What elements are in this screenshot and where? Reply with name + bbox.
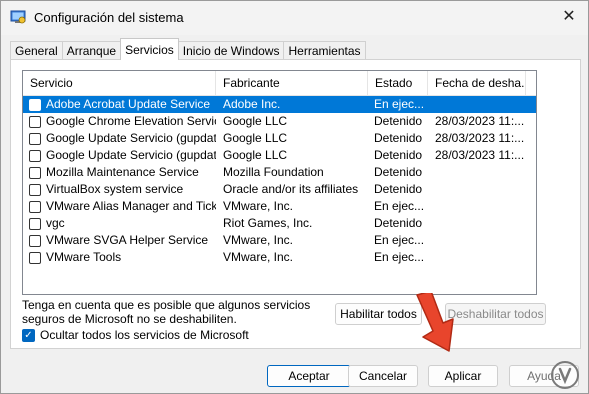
service-maker: Adobe Inc. xyxy=(223,97,281,111)
service-disabled-date xyxy=(428,96,526,113)
ok-button[interactable]: Aceptar xyxy=(267,365,351,387)
service-row[interactable]: VMware Alias Manager and Ticke... VMware,… xyxy=(23,198,536,215)
service-name-cell: vgc xyxy=(23,215,216,232)
service-maker: VMware, Inc. xyxy=(223,199,294,213)
service-name: Adobe Acrobat Update Service xyxy=(46,97,211,111)
service-maker: Google LLC xyxy=(223,114,288,128)
service-state: Detenido xyxy=(374,182,423,196)
service-name: VMware SVGA Helper Service xyxy=(46,233,209,247)
hide-microsoft-checkbox[interactable]: ✓ xyxy=(22,328,35,342)
service-maker: VMware, Inc. xyxy=(223,233,294,247)
service-name-cell: Google Chrome Elevation Servic... xyxy=(23,113,216,130)
service-name-cell: Google Update Servicio (gupdate) xyxy=(23,130,216,147)
services-list[interactable]: Servicio Fabricante Estado Fecha de desh… xyxy=(22,70,537,295)
service-checkbox[interactable] xyxy=(29,217,41,230)
service-state: En ejec... xyxy=(374,233,425,247)
service-disabled-date xyxy=(428,198,526,215)
microsoft-services-note: Tenga en cuenta que es posible que algun… xyxy=(22,298,311,326)
service-row[interactable]: Adobe Acrobat Update Service Adobe Inc. En… xyxy=(23,96,536,113)
service-checkbox[interactable] xyxy=(29,183,41,196)
service-name: Google Update Servicio (gupdat... xyxy=(46,148,216,162)
tab-general[interactable]: General xyxy=(10,41,63,60)
tab-servicios[interactable]: Servicios xyxy=(120,38,179,60)
close-button[interactable]: ✕ xyxy=(558,6,580,28)
service-rows: Adobe Acrobat Update Service Adobe Inc. En… xyxy=(23,96,536,266)
service-disabled-date xyxy=(428,249,526,266)
service-row[interactable]: Google Update Servicio (gupdate) Google L… xyxy=(23,130,536,147)
service-row[interactable]: Google Update Servicio (gupdat... Google … xyxy=(23,147,536,164)
service-checkbox[interactable] xyxy=(29,251,41,264)
service-name: Google Chrome Elevation Servic... xyxy=(46,114,216,128)
service-row[interactable]: VMware SVGA Helper Service VMware, Inc. En… xyxy=(23,232,536,249)
service-name: vgc xyxy=(46,216,65,230)
service-maker: Riot Games, Inc. xyxy=(223,216,313,230)
service-row[interactable]: VMware Tools VMware, Inc. En ejec... xyxy=(23,249,536,266)
service-checkbox[interactable] xyxy=(29,234,41,247)
service-name: VMware Tools xyxy=(46,250,122,264)
apply-button[interactable]: Aplicar xyxy=(428,365,498,387)
service-name: Google Update Servicio (gupdate) xyxy=(46,131,216,145)
service-name: VMware Alias Manager and Ticke... xyxy=(46,199,216,213)
service-name-cell: Google Update Servicio (gupdat... xyxy=(23,147,216,164)
service-name-cell: VMware Alias Manager and Ticke... xyxy=(23,198,216,215)
tab-inicio-de-windows[interactable]: Inicio de Windows xyxy=(177,41,285,60)
tab-arranque[interactable]: Arranque xyxy=(61,41,122,60)
service-disabled-date xyxy=(428,232,526,249)
service-state: Detenido xyxy=(374,131,423,145)
service-maker: VMware, Inc. xyxy=(223,250,294,264)
service-name-cell: VMware Tools xyxy=(23,249,216,266)
service-checkbox[interactable] xyxy=(29,115,41,128)
watermark-logo-icon xyxy=(551,361,579,389)
service-name-cell: Adobe Acrobat Update Service xyxy=(23,96,216,113)
services-panel: Servicio Fabricante Estado Fecha de desh… xyxy=(10,59,581,349)
hide-microsoft-services-option[interactable]: ✓ Ocultar todos los servicios de Microso… xyxy=(22,328,249,342)
service-maker: Google LLC xyxy=(223,131,288,145)
service-row[interactable]: Mozilla Maintenance Service Mozilla Found… xyxy=(23,164,536,181)
service-row[interactable]: VirtualBox system service Oracle and/or i… xyxy=(23,181,536,198)
service-state: Detenido xyxy=(374,114,423,128)
service-state: Detenido xyxy=(374,165,423,179)
title-bar: Configuración del sistema ✕ xyxy=(1,1,588,35)
service-row[interactable]: vgc Riot Games, Inc. Detenido xyxy=(23,215,536,232)
service-checkbox[interactable] xyxy=(29,132,41,145)
service-disabled-date: 28/03/2023 11:... xyxy=(435,114,525,128)
service-state: En ejec... xyxy=(374,199,425,213)
service-state: En ejec... xyxy=(374,250,425,264)
service-row[interactable]: Google Chrome Elevation Servic... Google … xyxy=(23,113,536,130)
service-disabled-date: 28/03/2023 11:... xyxy=(435,131,525,145)
red-arrow-annotation-icon xyxy=(416,293,454,352)
column-header-servicio[interactable]: Servicio xyxy=(23,71,216,96)
service-name: VirtualBox system service xyxy=(46,182,184,196)
service-state: En ejec... xyxy=(374,97,425,111)
service-name-cell: VMware SVGA Helper Service xyxy=(23,232,216,249)
column-header-fecha[interactable]: Fecha de desha... xyxy=(428,71,526,96)
service-disabled-date: 28/03/2023 11:... xyxy=(435,148,525,162)
column-header-fabricante[interactable]: Fabricante xyxy=(216,71,368,96)
cancel-button[interactable]: Cancelar xyxy=(348,365,418,387)
service-disabled-date xyxy=(428,181,526,198)
system-config-window: Configuración del sistema ✕ General Arra… xyxy=(0,0,589,394)
service-name-cell: Mozilla Maintenance Service xyxy=(23,164,216,181)
service-state: Detenido xyxy=(374,216,423,230)
service-maker: Google LLC xyxy=(223,148,288,162)
column-header-estado[interactable]: Estado xyxy=(368,71,428,96)
service-maker: Oracle and/or its affiliates xyxy=(223,182,359,196)
service-checkbox[interactable] xyxy=(29,149,41,162)
service-checkbox[interactable] xyxy=(29,166,41,179)
disable-all-button[interactable]: Deshabilitar todos xyxy=(445,303,546,325)
service-disabled-date xyxy=(428,164,526,181)
service-checkbox[interactable] xyxy=(29,200,41,213)
service-checkbox[interactable] xyxy=(29,98,41,111)
service-name: Mozilla Maintenance Service xyxy=(46,165,199,179)
service-maker: Mozilla Foundation xyxy=(223,165,324,179)
list-header: Servicio Fabricante Estado Fecha de desh… xyxy=(23,71,536,96)
window-title: Configuración del sistema xyxy=(34,10,184,25)
system-config-app-icon xyxy=(10,10,26,24)
tab-strip: General Arranque Servicios Inicio de Win… xyxy=(10,38,366,60)
hide-microsoft-label: Ocultar todos los servicios de Microsoft xyxy=(40,328,249,342)
service-name-cell: VirtualBox system service xyxy=(23,181,216,198)
tab-herramientas[interactable]: Herramientas xyxy=(283,41,366,60)
service-state: Detenido xyxy=(374,148,423,162)
service-disabled-date xyxy=(428,215,526,232)
